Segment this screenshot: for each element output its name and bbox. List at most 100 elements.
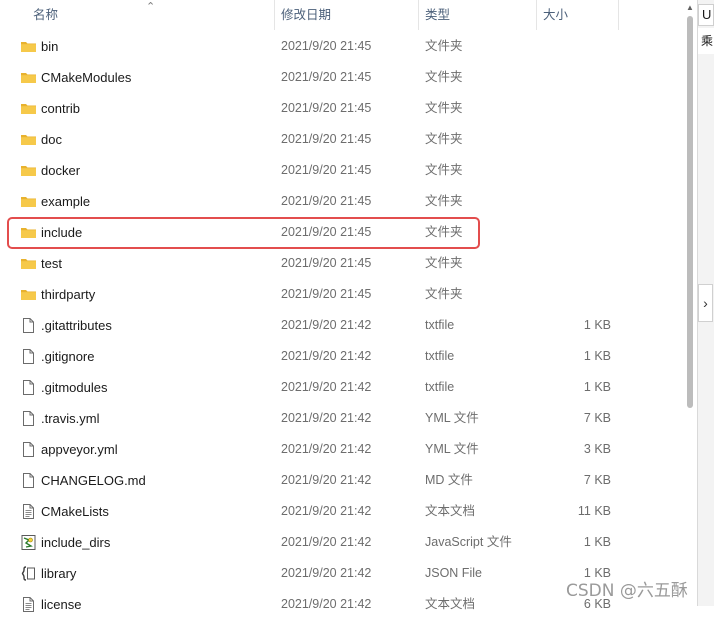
file-type: txtfile (425, 380, 455, 394)
file-modified-date: 2021/9/20 21:42 (281, 566, 372, 580)
right-side-panel: U 乘 › (697, 0, 714, 606)
file-row[interactable]: CHANGELOG.md 2021/9/20 21:42 MD 文件 7 KB (0, 465, 683, 496)
sort-ascending-icon: ⌃ (146, 1, 156, 13)
column-header-type[interactable]: 类型 (419, 0, 536, 30)
file-modified-date: 2021/9/20 21:42 (281, 349, 372, 363)
file-name: CMakeLists (41, 504, 109, 519)
file-name: CMakeModules (41, 70, 132, 85)
file-modified-date: 2021/9/20 21:45 (281, 194, 372, 208)
file-type: YML 文件 (425, 411, 479, 425)
file-modified-date: 2021/9/20 21:45 (281, 163, 372, 177)
scrollbar-thumb[interactable] (687, 16, 693, 408)
vertical-scrollbar[interactable]: ▲ (683, 0, 697, 606)
file-row[interactable]: .gitignore 2021/9/20 21:42 txtfile 1 KB (0, 341, 683, 372)
file-size: 7 KB (583, 411, 611, 425)
file-row[interactable]: contrib 2021/9/20 21:45 文件夹 (0, 93, 683, 124)
file-size (540, 62, 611, 93)
file-name: appveyor.yml (41, 442, 118, 457)
file-size (540, 155, 611, 186)
file-type: 文本文档 (425, 597, 476, 611)
file-type: 文本文档 (425, 504, 476, 518)
file-size: 1 KB (583, 380, 611, 394)
file-name: test (41, 256, 62, 271)
file-row[interactable]: test 2021/9/20 21:45 文件夹 (0, 248, 683, 279)
file-type: 文件夹 (425, 70, 463, 84)
file-row[interactable]: CMakeModules 2021/9/20 21:45 文件夹 (0, 62, 683, 93)
file-size (540, 31, 611, 62)
file-type: txtfile (425, 349, 455, 363)
file-modified-date: 2021/9/20 21:45 (281, 132, 372, 146)
file-size (540, 279, 611, 310)
file-row[interactable]: bin 2021/9/20 21:45 文件夹 (0, 31, 683, 62)
column-header-date[interactable]: 修改日期 (275, 0, 418, 30)
file-name: example (41, 194, 91, 209)
column-divider[interactable] (618, 0, 619, 30)
file-modified-date: 2021/9/20 21:45 (281, 39, 372, 53)
file-row[interactable]: example 2021/9/20 21:45 文件夹 (0, 186, 683, 217)
file-modified-date: 2021/9/20 21:42 (281, 535, 372, 549)
file-size: 11 KB (577, 504, 611, 518)
file-row[interactable]: .travis.yml 2021/9/20 21:42 YML 文件 7 KB (0, 403, 683, 434)
file-type: 文件夹 (425, 163, 463, 177)
file-row[interactable]: .gitmodules 2021/9/20 21:42 txtfile 1 KB (0, 372, 683, 403)
right-panel-tab[interactable]: U (698, 4, 714, 26)
file-size: 7 KB (583, 473, 611, 487)
file-name: bin (41, 39, 59, 54)
file-size (540, 93, 611, 124)
file-row[interactable]: thirdparty 2021/9/20 21:45 文件夹 (0, 279, 683, 310)
file-row[interactable]: docker 2021/9/20 21:45 文件夹 (0, 155, 683, 186)
file-name: include_dirs (41, 535, 111, 550)
file-type: 文件夹 (425, 256, 463, 270)
watermark: CSDN @六五酥 (566, 581, 688, 601)
file-size (540, 124, 611, 155)
file-row[interactable]: include_dirs 2021/9/20 21:42 JavaScript 文件… (0, 527, 683, 558)
file-name: .gitmodules (41, 380, 108, 395)
file-type: 文件夹 (425, 101, 463, 115)
file-name: license (41, 597, 82, 612)
column-header-bar: 名称 ⌃ 修改日期 类型 大小 (0, 0, 683, 30)
scroll-up-arrow-icon[interactable]: ▲ (686, 3, 694, 12)
file-modified-date: 2021/9/20 21:42 (281, 597, 372, 611)
file-modified-date: 2021/9/20 21:42 (281, 318, 372, 332)
file-type: MD 文件 (425, 473, 473, 487)
file-modified-date: 2021/9/20 21:45 (281, 256, 372, 270)
file-type: txtfile (425, 318, 455, 332)
file-name: CHANGELOG.md (41, 473, 146, 488)
file-row[interactable]: appveyor.yml 2021/9/20 21:42 YML 文件 3 KB (0, 434, 683, 465)
file-type: JSON File (425, 566, 482, 580)
file-name: .gitignore (41, 349, 95, 364)
file-modified-date: 2021/9/20 21:45 (281, 70, 372, 84)
file-size: 1 KB (583, 318, 611, 332)
file-size (540, 248, 611, 279)
file-type: 文件夹 (425, 194, 463, 208)
expand-chevron-icon[interactable]: › (698, 284, 713, 322)
file-modified-date: 2021/9/20 21:42 (281, 504, 372, 518)
file-size (540, 217, 611, 248)
file-type: YML 文件 (425, 442, 479, 456)
file-type: 文件夹 (425, 132, 463, 146)
column-header-size[interactable]: 大小 (537, 0, 618, 30)
highlight-box (7, 217, 480, 249)
file-name: contrib (41, 101, 81, 116)
file-name: thirdparty (41, 287, 96, 302)
file-type: JavaScript 文件 (425, 535, 512, 549)
file-size: 1 KB (583, 349, 611, 363)
right-panel-text: 乘 (698, 28, 714, 54)
file-name: .travis.yml (41, 411, 100, 426)
file-name: library (41, 566, 77, 581)
file-modified-date: 2021/9/20 21:42 (281, 473, 372, 487)
file-name: docker (41, 163, 81, 178)
file-name: .gitattributes (41, 318, 112, 333)
file-row[interactable]: doc 2021/9/20 21:45 文件夹 (0, 124, 683, 155)
file-modified-date: 2021/9/20 21:42 (281, 380, 372, 394)
file-modified-date: 2021/9/20 21:45 (281, 287, 372, 301)
file-modified-date: 2021/9/20 21:42 (281, 442, 372, 456)
file-name: doc (41, 132, 62, 147)
file-row[interactable]: .gitattributes 2021/9/20 21:42 txtfile 1 KB (0, 310, 683, 341)
file-size: 1 KB (583, 535, 611, 549)
file-modified-date: 2021/9/20 21:45 (281, 101, 372, 115)
file-size: 3 KB (583, 442, 611, 456)
file-modified-date: 2021/9/20 21:42 (281, 411, 372, 425)
file-row[interactable]: CMakeLists 2021/9/20 21:42 文本文档 11 KB (0, 496, 683, 527)
file-type: 文件夹 (425, 287, 463, 301)
